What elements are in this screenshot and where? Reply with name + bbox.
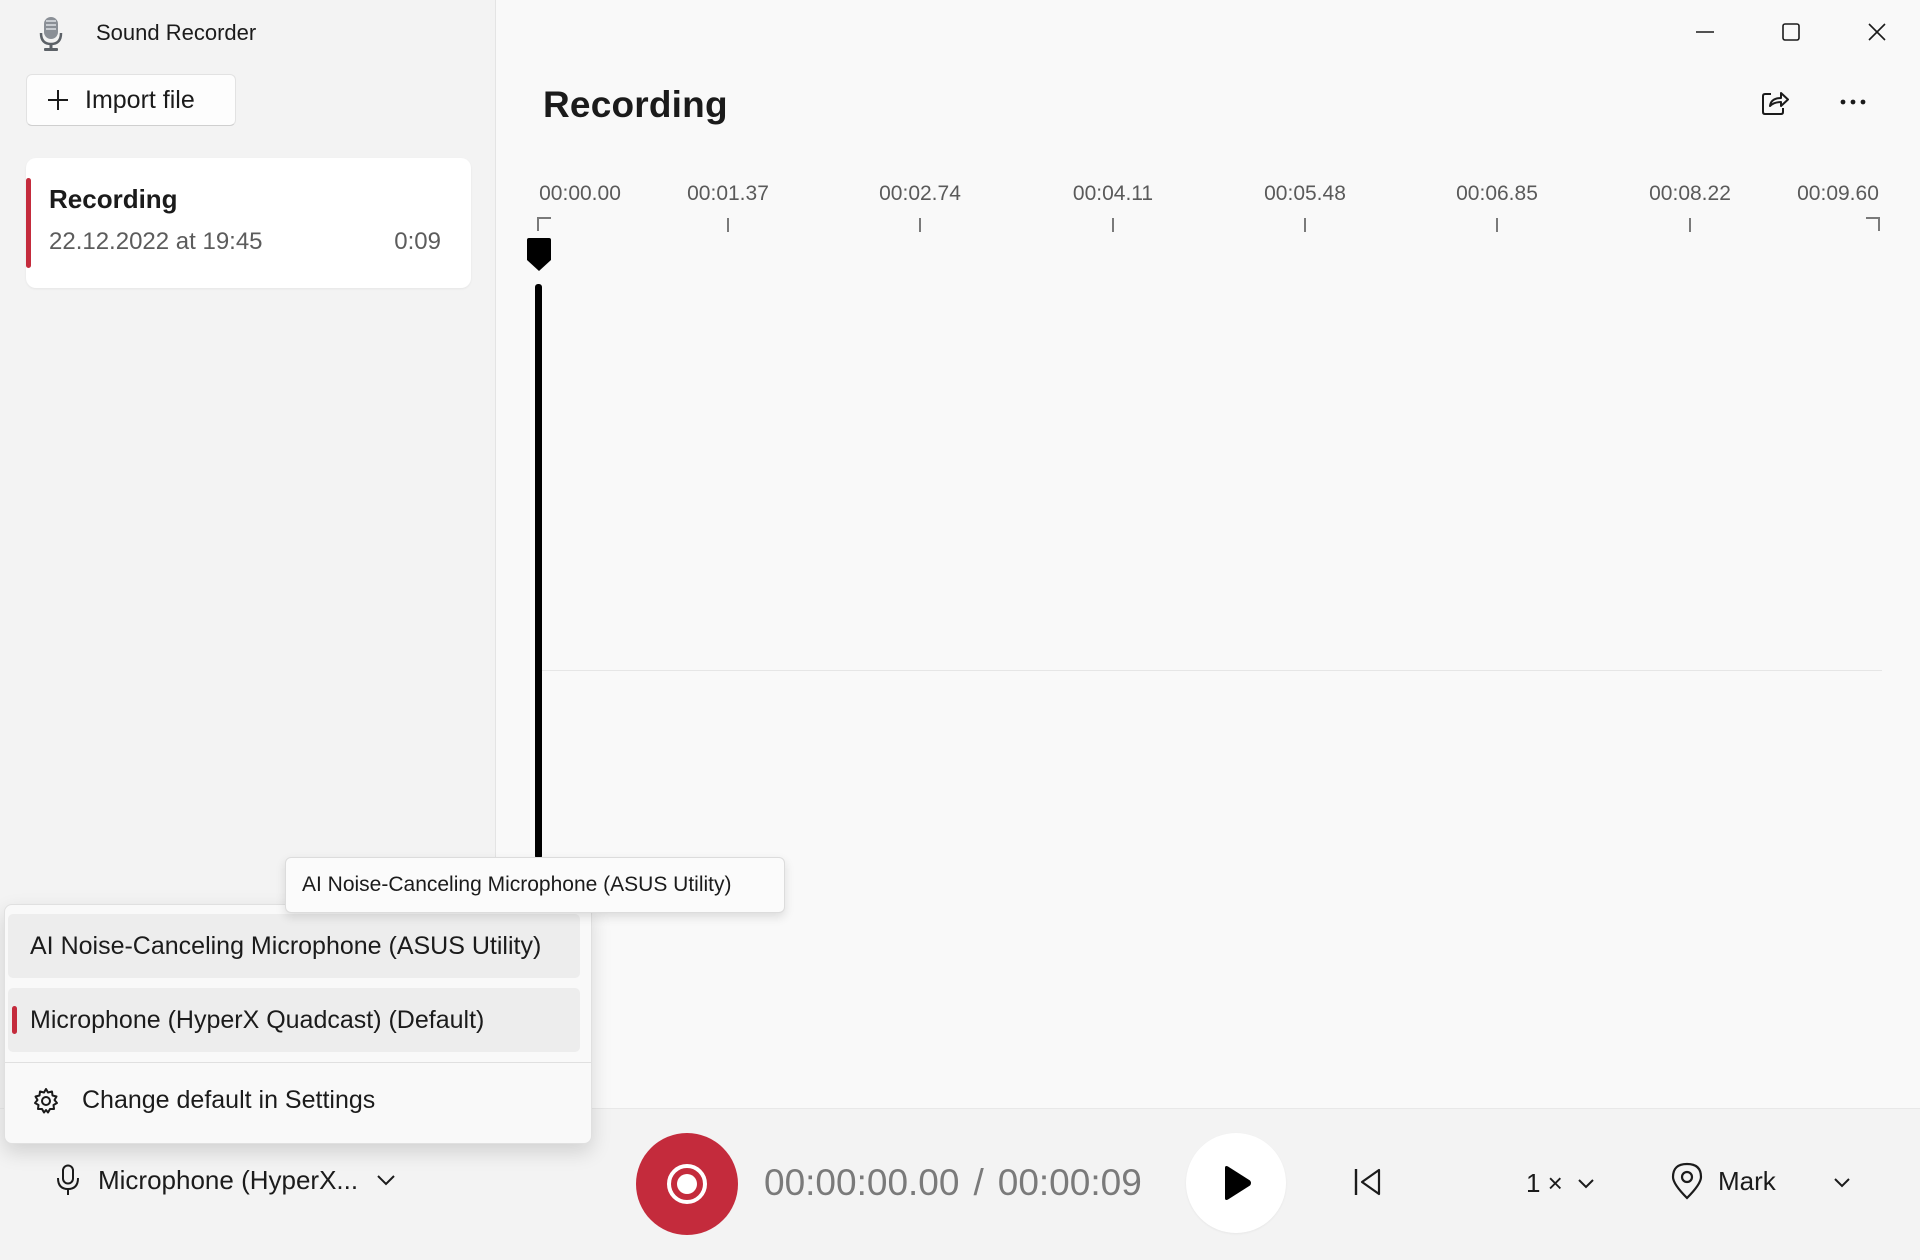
timeline-tick-label: 00:02.74: [879, 182, 961, 205]
time-separator: /: [973, 1162, 984, 1203]
page-title: Recording: [543, 84, 728, 125]
playhead[interactable]: [535, 284, 542, 859]
more-options-button[interactable]: [1833, 82, 1873, 122]
record-icon: [667, 1164, 707, 1204]
chevron-down-icon: [377, 1175, 395, 1186]
recording-list-item[interactable]: Recording 22.12.2022 at 19:45 0:09: [26, 158, 471, 288]
timeline-tick-mark: [1689, 218, 1691, 232]
window-controls: [1662, 0, 1920, 64]
playback-speed-select[interactable]: 1 ×: [1526, 1168, 1595, 1199]
playback-speed-value: 1 ×: [1526, 1168, 1563, 1198]
maximize-button[interactable]: [1748, 0, 1834, 64]
skip-to-start-button[interactable]: [1346, 1160, 1390, 1204]
close-button[interactable]: [1834, 0, 1920, 64]
plus-icon: [48, 90, 68, 110]
current-time: 00:00:00.00: [764, 1162, 960, 1203]
app-title: Sound Recorder: [96, 20, 257, 45]
timeline-tick-label: 00:05.48: [1264, 182, 1346, 205]
more-icon: [1840, 99, 1866, 105]
timeline-tick-mark: [1496, 218, 1498, 232]
timeline-tick-mark: [1304, 218, 1306, 232]
share-button[interactable]: [1755, 82, 1795, 122]
microphone-select-label: Microphone (HyperX...: [98, 1164, 359, 1195]
mark-label: Mark: [1718, 1165, 1776, 1196]
timeline-tick-label: 00:00.00: [539, 182, 621, 205]
menu-divider: [4, 1062, 592, 1063]
menu-item-ai-noise-canceling-microphone[interactable]: AI Noise-Canceling Microphone (ASUS Util…: [8, 914, 580, 978]
play-icon: [1225, 1166, 1251, 1200]
minimize-icon: [1696, 31, 1714, 33]
tooltip-text: AI Noise-Canceling Microphone (ASUS Util…: [302, 873, 732, 896]
recording-date: 22.12.2022 at 19:45: [49, 228, 263, 255]
time-readout: 00:00:00.00 / 00:00:09: [764, 1162, 1142, 1204]
import-file-label: Import file: [85, 85, 195, 114]
share-icon: [1762, 92, 1789, 115]
chevron-down-icon: [1578, 1179, 1594, 1189]
timeline-tick-mark: [1112, 218, 1114, 232]
location-pin-icon: [1671, 1162, 1703, 1200]
menu-item-label: Microphone (HyperX Quadcast) (Default): [30, 1005, 485, 1034]
record-button[interactable]: [636, 1133, 738, 1235]
selected-indicator: [26, 178, 31, 268]
change-default-settings-label: Change default in Settings: [82, 1086, 376, 1114]
total-time: 00:00:09: [997, 1162, 1142, 1203]
close-icon: [1868, 23, 1886, 41]
tooltip: AI Noise-Canceling Microphone (ASUS Util…: [285, 857, 785, 913]
play-button[interactable]: [1186, 1133, 1286, 1233]
timeline-tick-mark: [919, 218, 921, 232]
timeline-tick-label: 00:01.37: [687, 182, 769, 205]
microphone-icon: [57, 1164, 79, 1195]
microphone-app-icon: [39, 17, 63, 51]
timeline-tick-label: 00:09.60: [1797, 182, 1879, 205]
maximize-icon: [1782, 23, 1800, 41]
gear-icon: [34, 1087, 58, 1113]
timeline-tick-label: 00:06.85: [1456, 182, 1538, 205]
timeline-tick-label: 00:08.22: [1649, 182, 1731, 205]
menu-item-hyperx-quadcast-microphone[interactable]: Microphone (HyperX Quadcast) (Default): [8, 988, 580, 1052]
change-default-settings-item[interactable]: Change default in Settings: [32, 1086, 375, 1115]
microphone-select[interactable]: Microphone (HyperX...: [56, 1164, 396, 1196]
mark-button[interactable]: Mark: [1670, 1162, 1776, 1200]
sound-recorder-window: Sound Recorder Import file Recording 22.…: [0, 0, 1920, 1260]
recording-duration: 0:09: [394, 228, 441, 255]
chevron-down-icon: [1834, 1177, 1850, 1187]
waveform-baseline: [540, 670, 1882, 671]
timeline-tick-label: 00:04.11: [1072, 182, 1154, 205]
selected-indicator: [12, 1006, 17, 1034]
import-file-button[interactable]: Import file: [26, 74, 236, 126]
timeline-end-bracket: [1866, 217, 1880, 231]
timeline-start-bracket: [537, 217, 551, 231]
menu-item-label: AI Noise-Canceling Microphone (ASUS Util…: [30, 931, 542, 960]
recording-name: Recording: [49, 184, 178, 214]
timeline-tick-mark: [727, 218, 729, 232]
expand-options-button[interactable]: [1826, 1166, 1858, 1198]
skip-back-icon: [1354, 1168, 1381, 1196]
playhead-handle[interactable]: [526, 238, 552, 272]
minimize-button[interactable]: [1662, 0, 1748, 64]
